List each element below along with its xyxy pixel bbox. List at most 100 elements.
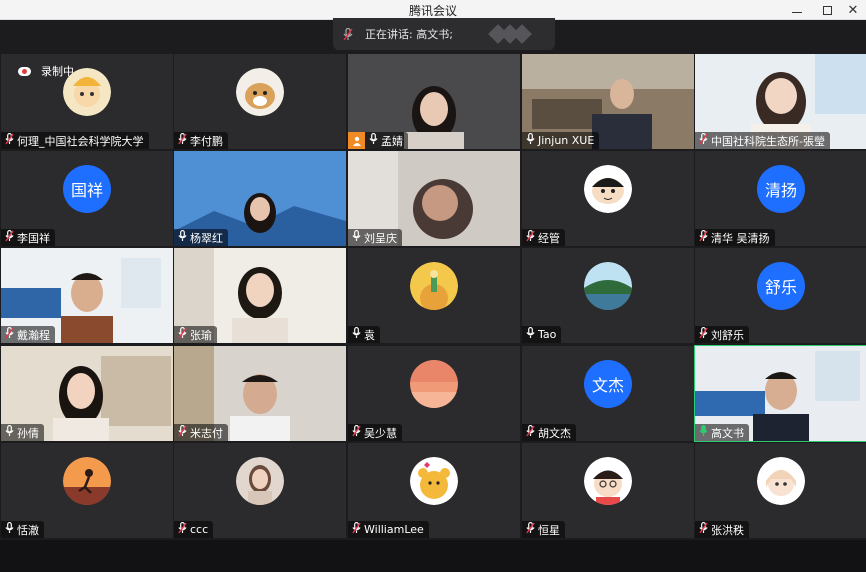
participant-namebar: 孟婧 xyxy=(348,132,408,149)
mic-icon xyxy=(369,133,378,148)
bottom-toolbar xyxy=(0,540,866,572)
participant-tile[interactable]: WilliamLee xyxy=(348,443,520,538)
participant-name: 刘舒乐 xyxy=(711,328,744,342)
participant-namebar: 孙倩 xyxy=(1,424,44,441)
participant-namebar: 何理_中国社会科学院大学 xyxy=(1,132,149,149)
participant-namebar: 袁 xyxy=(348,326,380,343)
participant-tile[interactable]: 孟婧 xyxy=(348,54,520,149)
participant-name: 恬澈 xyxy=(17,523,39,537)
winnie-pooh-icon xyxy=(410,457,458,505)
recording-label: 录制中 xyxy=(41,65,74,78)
participant-namebar: 戴瀚程 xyxy=(1,326,55,343)
participant-tile[interactable]: 清扬清华 吴清扬 xyxy=(695,151,866,246)
little-prince-icon xyxy=(410,262,458,310)
participant-tile[interactable]: 孙倩 xyxy=(1,346,173,441)
participant-tile[interactable]: 张瑜 xyxy=(174,248,346,343)
participant-tile[interactable]: 袁 xyxy=(348,248,520,343)
participant-tile[interactable]: 李付鹏 xyxy=(174,54,346,149)
participant-namebar: 清华 吴清扬 xyxy=(695,229,775,246)
participant-namebar: 张洪秩 xyxy=(695,521,749,538)
mic-icon xyxy=(526,327,535,342)
participant-tile[interactable]: 国祥 李国祥 xyxy=(1,151,173,246)
participant-name: 经管 xyxy=(538,231,560,245)
participant-tile[interactable]: 高文书 xyxy=(694,345,866,442)
participant-tile[interactable]: 恒星 xyxy=(522,443,694,538)
participant-tile[interactable]: 经管 xyxy=(522,151,694,246)
participant-tile[interactable]: 戴瀚程 xyxy=(1,248,173,343)
participant-name: 李付鹏 xyxy=(190,134,223,148)
maximize-icon xyxy=(822,5,832,15)
participant-tile[interactable]: 杨翠红 xyxy=(174,151,346,246)
participant-tile[interactable]: Jinjun XUE xyxy=(522,54,694,149)
running-girl-icon xyxy=(63,457,111,505)
minimize-button[interactable] xyxy=(782,0,812,20)
participant-name: ccc xyxy=(190,523,209,536)
mic-muted-icon xyxy=(5,133,14,148)
mic-muted-icon xyxy=(699,133,708,148)
participant-namebar: 经管 xyxy=(522,229,565,246)
participant-tile[interactable]: 中国社科院生态所-張瑩 xyxy=(695,54,866,149)
participant-name: Jinjun XUE xyxy=(538,134,595,147)
participant-tile[interactable]: 米志付 xyxy=(174,346,346,441)
mic-muted-icon xyxy=(699,327,708,342)
mic-muted-icon xyxy=(699,522,708,537)
mic-muted-icon xyxy=(526,230,535,245)
participant-grid: 录制中 何理_中国社会科学院大学 李付鹏 孟婧 Jinjun XUE 中国社科院生态所-… xyxy=(0,53,866,540)
participant-name: Tao xyxy=(538,328,557,341)
participant-namebar: 李国祥 xyxy=(1,229,55,246)
participant-name: 恒星 xyxy=(538,523,560,537)
recording-icon xyxy=(18,66,31,76)
participant-tile[interactable]: 舒乐刘舒乐 xyxy=(695,248,866,343)
participant-name: 张洪秩 xyxy=(711,523,744,537)
cartoon-kid-icon xyxy=(584,165,632,213)
participant-namebar: 高文书 xyxy=(695,424,749,441)
participant-namebar: 杨翠红 xyxy=(174,229,228,246)
mic-muted-icon xyxy=(526,522,535,537)
participant-name: 张瑜 xyxy=(190,328,212,342)
participant-tile[interactable]: 刘呈庆 xyxy=(348,151,520,246)
participant-name: 何理_中国社会科学院大学 xyxy=(17,134,144,148)
participant-name: 李国祥 xyxy=(17,231,50,245)
participant-name: 高文书 xyxy=(711,426,744,440)
mic-muted-icon xyxy=(343,27,353,40)
sunset-icon xyxy=(410,360,458,408)
mic-muted-icon xyxy=(5,230,14,245)
speaking-indicator: 正在讲话: 高文书; xyxy=(333,18,555,50)
avatar: 清扬 xyxy=(757,165,805,213)
participant-tile[interactable]: 吴少慧 xyxy=(348,346,520,441)
title-bar: 腾讯会议 ✕ xyxy=(0,0,866,20)
mic-muted-icon xyxy=(178,522,187,537)
mic-muted-icon xyxy=(178,425,187,440)
participant-namebar: 米志付 xyxy=(174,424,228,441)
participant-namebar: 刘呈庆 xyxy=(348,229,402,246)
participant-tile[interactable]: ccc xyxy=(174,443,346,538)
minimize-icon xyxy=(792,11,802,13)
participant-namebar: 中国社科院生态所-張瑩 xyxy=(695,132,830,149)
mic-icon xyxy=(699,425,708,440)
mic-icon xyxy=(526,133,535,148)
dog-icon xyxy=(236,68,284,116)
participant-name: 孟婧 xyxy=(381,134,403,148)
close-icon: ✕ xyxy=(847,2,859,18)
participant-namebar: 胡文杰 xyxy=(522,424,576,441)
close-button[interactable]: ✕ xyxy=(838,0,866,20)
participant-namebar: Jinjun XUE xyxy=(522,132,600,149)
participant-namebar: 刘舒乐 xyxy=(695,326,749,343)
woman-portrait-icon xyxy=(236,457,284,505)
participant-name: 刘呈庆 xyxy=(364,231,397,245)
host-icon xyxy=(348,132,365,149)
participant-tile[interactable]: 张洪秩 xyxy=(695,443,866,538)
mic-muted-icon xyxy=(178,133,187,148)
mic-icon xyxy=(352,230,361,245)
participant-tile[interactable]: Tao xyxy=(522,248,694,343)
recording-indicator: 录制中 xyxy=(18,63,74,79)
mic-icon xyxy=(352,327,361,342)
participant-tile[interactable]: 文杰 胡文杰 xyxy=(522,346,694,441)
cartoon-boy-glasses-icon xyxy=(584,457,632,505)
participant-tile[interactable]: 恬澈 xyxy=(1,443,173,538)
participant-name: 杨翠红 xyxy=(190,231,223,245)
tencent-meeting-window: 腾讯会议 ✕ 正在讲话: 高文书; 录制中 何理_中国社会科学院大学 李付鹏 孟婧 J… xyxy=(0,0,866,572)
lake-icon xyxy=(584,262,632,310)
avatar: 舒乐 xyxy=(757,262,805,310)
participant-namebar: Tao xyxy=(522,326,562,343)
